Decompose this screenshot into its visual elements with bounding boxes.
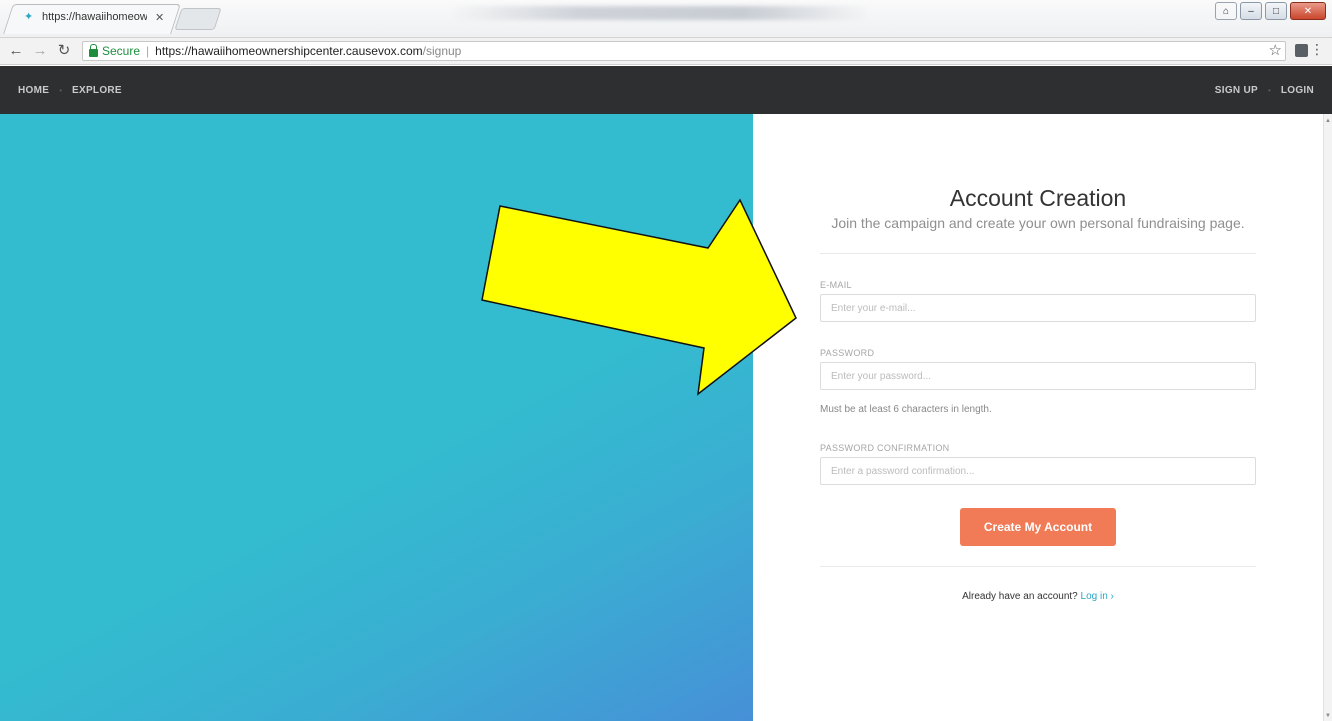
url-host: https://hawaiihomeownershipcenter.causev…	[155, 44, 423, 58]
site-navbar: HOME • EXPLORE SIGN UP • LOGIN	[0, 66, 1332, 114]
nav-signup-link[interactable]: SIGN UP	[1215, 85, 1258, 96]
nav-separator: •	[59, 85, 63, 95]
browser-menu-icon[interactable]: ⋮	[1310, 41, 1324, 58]
window-controls: ⌂ – □ ✕	[1215, 2, 1326, 20]
url-separator: |	[146, 44, 150, 58]
nav-right-group: SIGN UP • LOGIN	[1215, 85, 1314, 96]
nav-separator: •	[1268, 85, 1271, 95]
page-subtitle: Join the campaign and create your own pe…	[831, 215, 1245, 231]
login-link[interactable]: Log in ›	[1081, 591, 1114, 602]
already-have-account-text: Already have an account?	[962, 591, 1078, 602]
scroll-up-icon[interactable]: ▲	[1325, 118, 1331, 124]
password-field[interactable]	[820, 362, 1256, 390]
password-confirmation-label: PASSWORD CONFIRMATION	[820, 443, 950, 453]
divider-top	[820, 253, 1256, 254]
tab-title: https://hawaiihomeowne	[42, 11, 147, 23]
password-hint: Must be at least 6 characters in length.	[820, 404, 992, 415]
create-account-button[interactable]: Create My Account	[960, 508, 1116, 546]
arrow-shape	[481, 198, 797, 396]
email-label: E-MAIL	[820, 280, 852, 290]
yellow-arrow-annotation	[481, 198, 797, 396]
browser-tab-content[interactable]: ✦ https://hawaiihomeowne ✕	[24, 4, 174, 30]
url-field[interactable]: Secure | https://hawaiihomeownershipcent…	[82, 41, 1286, 61]
secure-label: Secure	[102, 44, 141, 58]
bird-favicon-icon: ✦	[24, 11, 34, 23]
page-title: Account Creation	[949, 185, 1127, 211]
divider-bottom	[820, 566, 1256, 567]
password-confirmation-field[interactable]	[820, 457, 1256, 485]
bookmark-star-icon[interactable]: ☆	[1269, 41, 1282, 59]
forward-arrow-icon[interactable]: →	[30, 41, 50, 61]
address-bar: ← → ↻ Secure | https://hawaiihomeownersh…	[0, 38, 1332, 65]
browser-tab-strip: ✦ https://hawaiihomeowne ✕ ⌂ – □ ✕	[0, 0, 1332, 38]
reload-icon[interactable]: ↻	[54, 41, 74, 61]
user-profile-icon[interactable]: ⌂	[1215, 2, 1237, 20]
nav-login-link[interactable]: LOGIN	[1281, 85, 1314, 96]
nav-left-group: HOME • EXPLORE	[18, 85, 122, 96]
nav-home-link[interactable]: HOME	[18, 85, 49, 96]
email-field[interactable]	[820, 294, 1256, 322]
signup-panel: Account Creation Join the campaign and c…	[753, 114, 1323, 721]
maximize-icon[interactable]: □	[1265, 2, 1287, 20]
new-tab-button[interactable]	[174, 8, 222, 30]
page-scrollbar[interactable]: ▲ ▼	[1323, 114, 1332, 721]
blurred-window-title	[450, 6, 870, 20]
password-label: PASSWORD	[820, 348, 875, 358]
url-path: /signup	[422, 44, 462, 58]
close-window-icon[interactable]: ✕	[1290, 2, 1326, 20]
nav-explore-link[interactable]: EXPLORE	[72, 85, 122, 96]
extension-icon[interactable]	[1295, 44, 1308, 57]
lock-icon	[89, 44, 98, 57]
minimize-icon[interactable]: –	[1240, 2, 1262, 20]
scroll-down-icon[interactable]: ▼	[1325, 713, 1331, 719]
tab-close-icon[interactable]: ✕	[155, 11, 164, 24]
back-arrow-icon[interactable]: ←	[6, 41, 26, 61]
login-prompt: Already have an account? Log in ›	[753, 591, 1323, 602]
